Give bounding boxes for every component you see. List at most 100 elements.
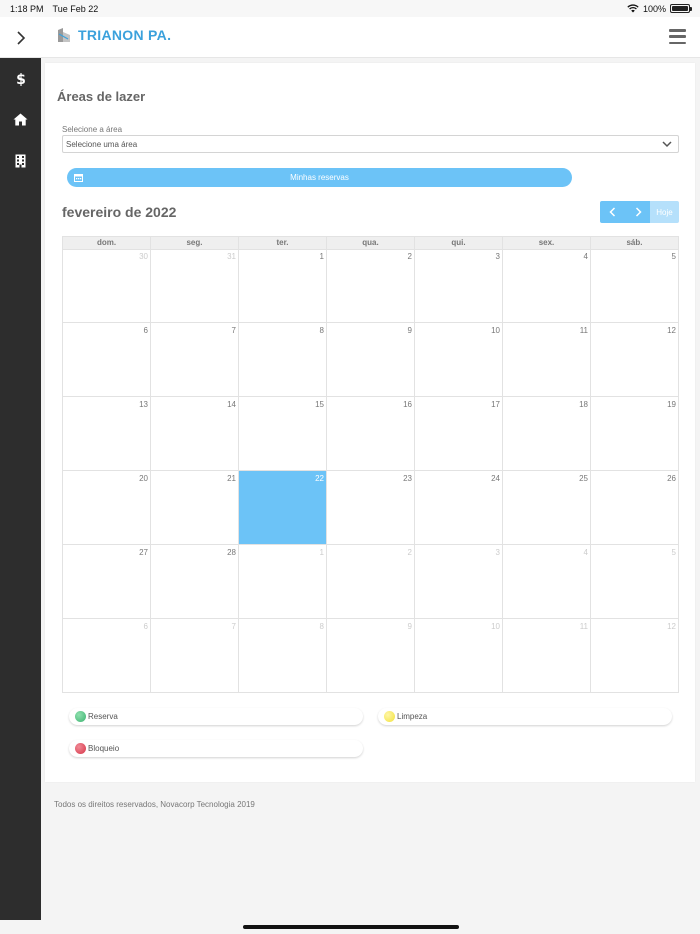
today-button[interactable]: Hoje	[650, 201, 679, 223]
calendar-day-number: 9	[407, 622, 412, 631]
calendar-day-number: 1	[319, 252, 324, 261]
status-right: 100%	[627, 4, 692, 14]
calendar-day-number: 17	[491, 400, 500, 409]
calendar-day[interactable]: 17	[415, 397, 503, 471]
calendar-day[interactable]: 4	[503, 545, 591, 619]
calendar-day-number: 3	[495, 252, 500, 261]
calendar-day[interactable]: 7	[151, 619, 239, 693]
calendar-day-number: 7	[231, 622, 236, 631]
main-card: Áreas de lazer Selecione a área Selecion…	[45, 63, 695, 782]
legend-bloqueio: Bloqueio	[69, 740, 363, 757]
calendar-days: 30 31 1 2 3 4 5 6 7 8 9 10 11 12 13 14 15 16 17 18 19 20 21 22 2…	[63, 249, 679, 693]
calendar-day[interactable]: 1	[239, 249, 327, 323]
calendar-day-number: 31	[227, 252, 236, 261]
calendar-day[interactable]: 25	[503, 471, 591, 545]
calendar-day-number: 13	[139, 400, 148, 409]
calendar-day[interactable]: 9	[327, 323, 415, 397]
chevron-right-icon	[16, 30, 25, 45]
calendar-day[interactable]: 14	[151, 397, 239, 471]
calendar-day[interactable]: 6	[63, 619, 151, 693]
calendar-day-today[interactable]: 22	[239, 471, 327, 545]
calendar-day[interactable]: 7	[151, 323, 239, 397]
calendar-day[interactable]: 3	[415, 545, 503, 619]
calendar-day[interactable]: 27	[63, 545, 151, 619]
calendar-day-number: 19	[667, 400, 676, 409]
calendar-day[interactable]: 10	[415, 619, 503, 693]
calendar-day-number: 2	[407, 252, 412, 261]
calendar-day-number: 15	[315, 400, 324, 409]
calendar-day[interactable]: 23	[327, 471, 415, 545]
sidebar-item-financeiro[interactable]: $	[0, 58, 41, 99]
next-month-button[interactable]	[625, 201, 650, 223]
brand-logo[interactable]: TRIANON PA.	[56, 27, 171, 43]
calendar-day[interactable]: 8	[239, 323, 327, 397]
calendar-day[interactable]: 28	[151, 545, 239, 619]
calendar-day[interactable]: 15	[239, 397, 327, 471]
calendar-day-number: 4	[583, 252, 588, 261]
legend-limpeza: Limpeza	[378, 708, 672, 725]
prev-month-button[interactable]	[600, 201, 625, 223]
legend-bloqueio-label: Bloqueio	[88, 744, 120, 753]
calendar-nav: Hoje	[600, 201, 679, 223]
calendar-day-number: 22	[315, 474, 324, 483]
calendar-day-number: 16	[403, 400, 412, 409]
home-indicator[interactable]	[243, 925, 459, 929]
status-bar: 1:18 PM Tue Feb 22 100%	[0, 0, 700, 17]
calendar-day[interactable]: 5	[591, 545, 679, 619]
calendar-day[interactable]: 12	[591, 323, 679, 397]
minhas-reservas-label: Minhas reservas	[290, 173, 349, 182]
calendar-day[interactable]: 31	[151, 249, 239, 323]
calendar-day[interactable]: 12	[591, 619, 679, 693]
calendar-day[interactable]: 2	[327, 545, 415, 619]
home-icon	[13, 113, 28, 126]
legend-reserva: Reserva	[69, 708, 363, 725]
calendar-weekday-header: dom. seg. ter. qua. qui. sex. sáb.	[63, 237, 679, 250]
calendar-day[interactable]: 21	[151, 471, 239, 545]
minhas-reservas-button[interactable]: Minhas reservas	[67, 168, 572, 187]
calendar-day-number: 24	[491, 474, 500, 483]
calendar-day-number: 11	[579, 622, 588, 631]
status-date: Tue Feb 22	[52, 3, 99, 14]
sidebar-toggle-button[interactable]	[0, 17, 41, 58]
calendar-day[interactable]: 13	[63, 397, 151, 471]
top-bar: TRIANON PA.	[0, 17, 700, 58]
wifi-icon	[627, 4, 639, 13]
calendar-day[interactable]: 10	[415, 323, 503, 397]
calendar-day[interactable]: 2	[327, 249, 415, 323]
legend-limpeza-dot	[384, 711, 395, 722]
calendar-day[interactable]: 8	[239, 619, 327, 693]
calendar-day[interactable]: 6	[63, 323, 151, 397]
calendar-day[interactable]: 5	[591, 249, 679, 323]
calendar-day[interactable]: 9	[327, 619, 415, 693]
calendar-day[interactable]: 4	[503, 249, 591, 323]
brand-name: TRIANON PA.	[78, 27, 172, 43]
calendar-day[interactable]: 19	[591, 397, 679, 471]
dollar-icon: $	[16, 72, 26, 87]
menu-icon[interactable]	[669, 29, 686, 44]
calendar-day[interactable]: 11	[503, 323, 591, 397]
status-time: 1:18 PM	[10, 3, 44, 14]
calendar-day[interactable]: 3	[415, 249, 503, 323]
calendar-day-number: 20	[139, 474, 148, 483]
calendar-day-number: 14	[227, 400, 236, 409]
calendar-day[interactable]: 11	[503, 619, 591, 693]
calendar-day[interactable]: 24	[415, 471, 503, 545]
calendar-day-number: 10	[491, 622, 500, 631]
calendar-day[interactable]: 20	[63, 471, 151, 545]
calendar-day[interactable]: 26	[591, 471, 679, 545]
calendar-day[interactable]: 18	[503, 397, 591, 471]
calendar-day[interactable]: 30	[63, 249, 151, 323]
legend-reserva-label: Reserva	[88, 712, 118, 721]
sidebar-item-home[interactable]	[0, 99, 41, 140]
calendar-day-number: 26	[667, 474, 676, 483]
calendar-day-number: 11	[579, 326, 588, 335]
area-select[interactable]: Selecione uma área	[62, 135, 679, 153]
calendar-day[interactable]: 16	[327, 397, 415, 471]
calendar-day-number: 8	[319, 622, 324, 631]
page-title: Áreas de lazer	[57, 89, 146, 104]
month-title: fevereiro de 2022	[62, 204, 177, 220]
calendar-grid: dom. seg. ter. qua. qui. sex. sáb. 30 31 1 2 3 4 5 6 7…	[62, 236, 679, 693]
calendar-day[interactable]: 1	[239, 545, 327, 619]
calendar-day-number: 1	[319, 548, 324, 557]
sidebar-item-condominio[interactable]	[0, 140, 41, 181]
